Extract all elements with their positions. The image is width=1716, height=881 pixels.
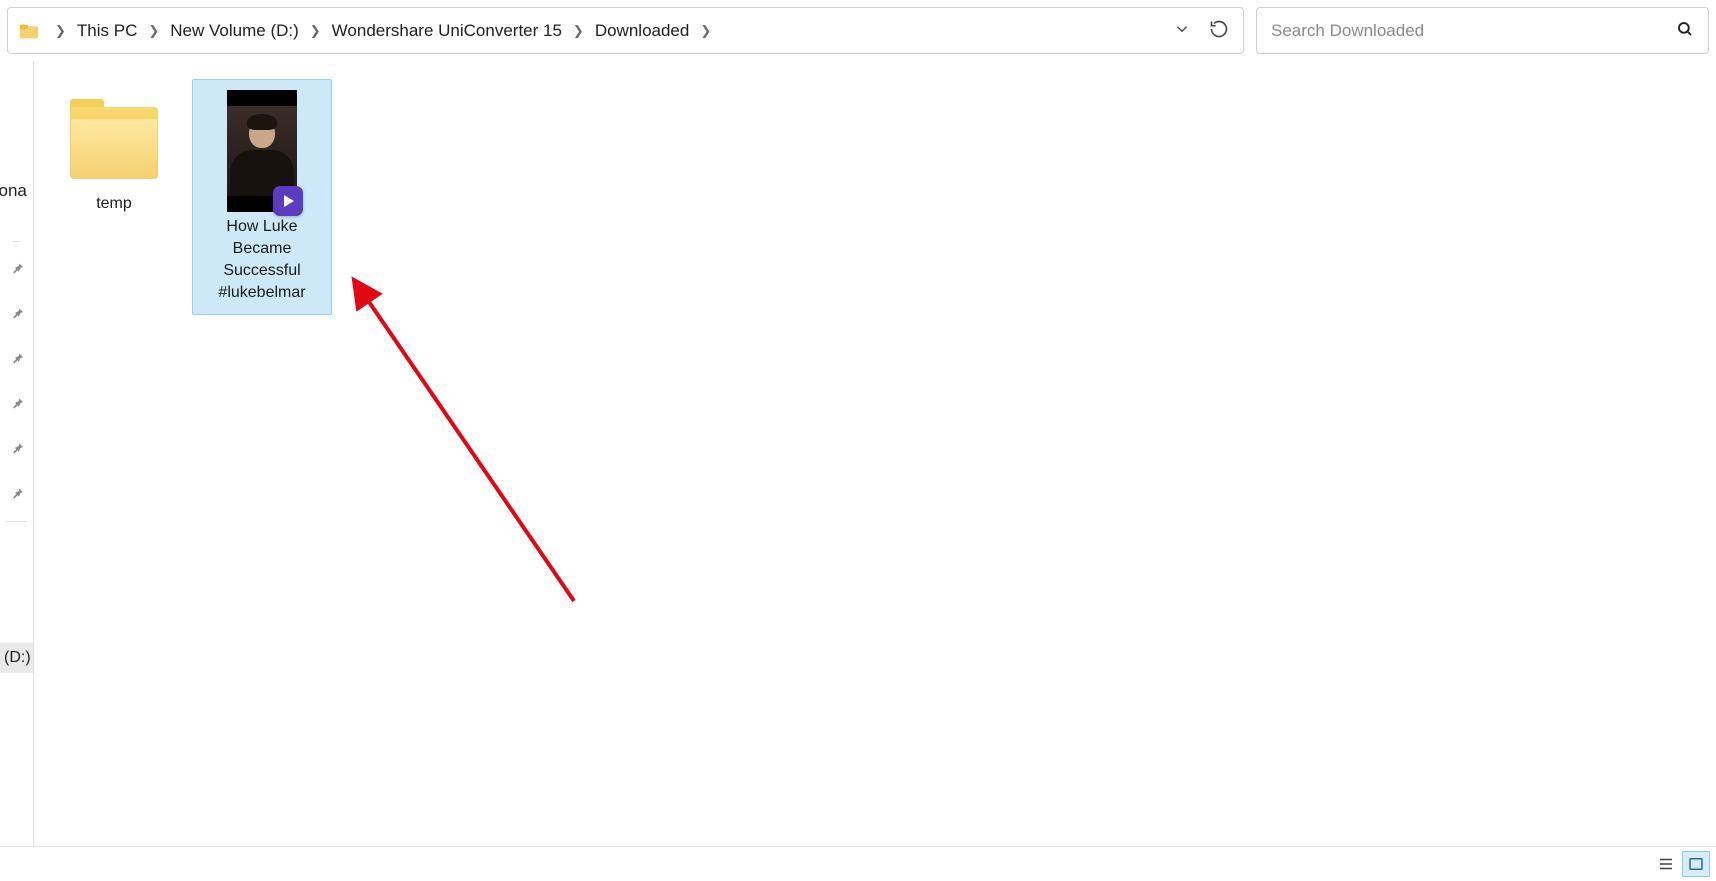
chevron-right-icon: ❯ xyxy=(310,23,321,39)
pin-icon[interactable] xyxy=(10,261,25,279)
history-dropdown-button[interactable] xyxy=(1173,20,1191,41)
file-list[interactable]: temp How Luke Became Successful #lukebel… xyxy=(34,61,1716,846)
pin-icon[interactable] xyxy=(10,441,25,459)
large-icons-view-button[interactable] xyxy=(1682,851,1710,877)
main-area: sona (D:) xyxy=(0,61,1716,846)
status-bar xyxy=(0,846,1716,881)
pin-icon[interactable] xyxy=(10,486,25,504)
search-bar[interactable] xyxy=(1256,7,1709,54)
play-icon xyxy=(273,186,303,216)
breadcrumb: ❯ This PC ❯ New Volume (D:) ❯ Wondershar… xyxy=(46,17,1173,45)
search-icon[interactable] xyxy=(1676,20,1694,41)
pin-icon[interactable] xyxy=(10,306,25,324)
breadcrumb-item[interactable]: Downloaded xyxy=(593,17,692,45)
refresh-button[interactable] xyxy=(1209,19,1229,42)
navigation-sidebar: sona (D:) xyxy=(0,61,34,846)
chevron-right-icon: ❯ xyxy=(700,23,711,39)
breadcrumb-item[interactable]: Wondershare UniConverter 15 xyxy=(330,17,564,45)
sidebar-item-label[interactable]: sona xyxy=(0,181,27,201)
file-name-label: temp xyxy=(47,193,181,215)
address-bar[interactable]: ❯ This PC ❯ New Volume (D:) ❯ Wondershar… xyxy=(7,7,1244,54)
video-thumbnail xyxy=(227,90,297,212)
video-file-item[interactable]: How Luke Became Successful #lukebelmar xyxy=(192,79,332,315)
quick-access-pins xyxy=(10,261,25,504)
annotation-arrow xyxy=(344,271,604,631)
pin-icon[interactable] xyxy=(10,351,25,369)
search-input[interactable] xyxy=(1271,21,1676,41)
breadcrumb-item[interactable]: New Volume (D:) xyxy=(168,17,300,45)
top-toolbar: ❯ This PC ❯ New Volume (D:) ❯ Wondershar… xyxy=(0,0,1716,61)
file-name-label: How Luke Became Successful #lukebelmar xyxy=(196,216,328,304)
details-view-button[interactable] xyxy=(1652,851,1680,877)
chevron-right-icon: ❯ xyxy=(55,23,66,39)
divider xyxy=(12,241,21,242)
breadcrumb-item[interactable]: This PC xyxy=(75,17,139,45)
folder-item[interactable]: temp xyxy=(44,79,184,225)
divider xyxy=(6,521,27,522)
pin-icon[interactable] xyxy=(10,396,25,414)
chevron-right-icon: ❯ xyxy=(148,23,159,39)
sidebar-item-drive[interactable]: (D:) xyxy=(0,643,33,673)
chevron-right-icon: ❯ xyxy=(573,23,584,39)
folder-icon xyxy=(18,20,40,42)
folder-icon xyxy=(64,93,164,189)
address-bar-actions xyxy=(1173,19,1237,42)
